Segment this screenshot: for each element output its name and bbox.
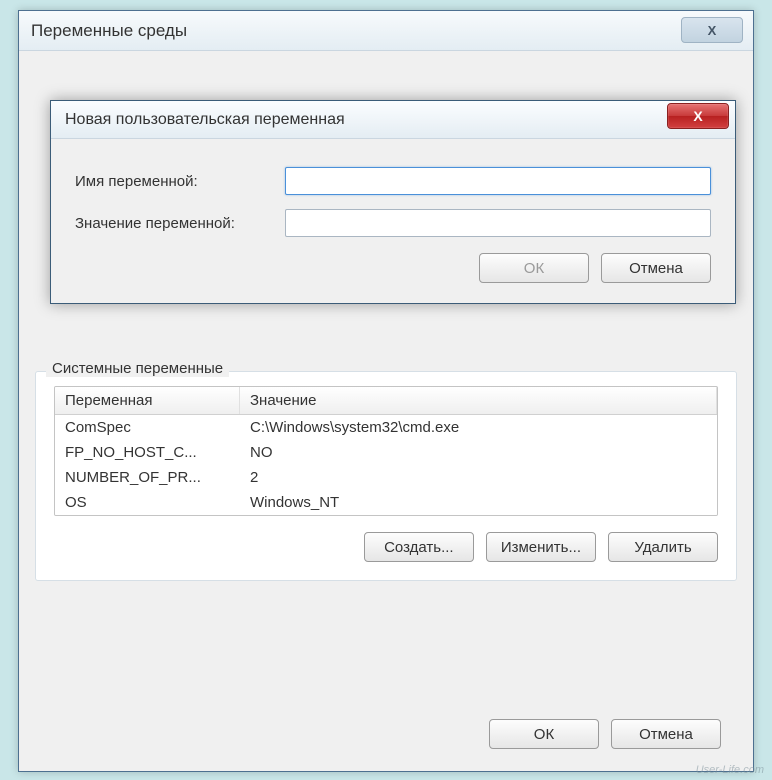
variable-value-input[interactable]	[285, 209, 711, 237]
cell-value: Windows_NT	[240, 490, 717, 515]
cell-name: NUMBER_OF_PR...	[55, 465, 240, 490]
delete-button[interactable]: Удалить	[608, 532, 718, 562]
close-icon: X	[693, 108, 702, 124]
system-vars-group: Системные переменные Переменная Значение…	[35, 371, 737, 581]
column-value[interactable]: Значение	[240, 387, 717, 414]
modal-body: Имя переменной: Значение переменной: ОК …	[51, 139, 735, 303]
cell-name: FP_NO_HOST_C...	[55, 440, 240, 465]
table-header: Переменная Значение	[55, 387, 717, 415]
main-titlebar: Переменные среды X	[19, 11, 753, 51]
main-close-button[interactable]: X	[681, 17, 743, 43]
variable-name-row: Имя переменной:	[75, 167, 711, 195]
cell-name: OS	[55, 490, 240, 515]
system-vars-buttons: Создать... Изменить... Удалить	[54, 532, 718, 562]
modal-cancel-button[interactable]: Отмена	[601, 253, 711, 283]
modal-close-button[interactable]: X	[667, 103, 729, 129]
modal-ok-button[interactable]: ОК	[479, 253, 589, 283]
variable-value-label: Значение переменной:	[75, 215, 285, 232]
modal-title: Новая пользовательская переменная	[65, 111, 345, 129]
table-row[interactable]: OS Windows_NT	[55, 490, 717, 515]
main-title: Переменные среды	[31, 21, 187, 41]
cell-value: NO	[240, 440, 717, 465]
table-row[interactable]: NUMBER_OF_PR... 2	[55, 465, 717, 490]
column-variable[interactable]: Переменная	[55, 387, 240, 414]
cell-name: ComSpec	[55, 415, 240, 440]
close-icon: X	[708, 23, 717, 38]
variable-value-row: Значение переменной:	[75, 209, 711, 237]
main-footer-buttons: ОК Отмена	[489, 719, 721, 749]
variable-name-input[interactable]	[285, 167, 711, 195]
modal-titlebar: Новая пользовательская переменная X	[51, 101, 735, 139]
system-vars-legend: Системные переменные	[46, 360, 229, 377]
table-body[interactable]: ComSpec C:\Windows\system32\cmd.exe FP_N…	[55, 415, 717, 515]
table-row[interactable]: ComSpec C:\Windows\system32\cmd.exe	[55, 415, 717, 440]
modal-buttons: ОК Отмена	[75, 253, 711, 283]
system-vars-table: Переменная Значение ComSpec C:\Windows\s…	[54, 386, 718, 516]
main-cancel-button[interactable]: Отмена	[611, 719, 721, 749]
watermark: User-Life.com	[696, 764, 764, 776]
cell-value: 2	[240, 465, 717, 490]
new-user-variable-dialog: Новая пользовательская переменная X Имя …	[50, 100, 736, 304]
create-button[interactable]: Создать...	[364, 532, 474, 562]
cell-value: C:\Windows\system32\cmd.exe	[240, 415, 717, 440]
edit-button[interactable]: Изменить...	[486, 532, 596, 562]
table-row[interactable]: FP_NO_HOST_C... NO	[55, 440, 717, 465]
variable-name-label: Имя переменной:	[75, 173, 285, 190]
main-ok-button[interactable]: ОК	[489, 719, 599, 749]
